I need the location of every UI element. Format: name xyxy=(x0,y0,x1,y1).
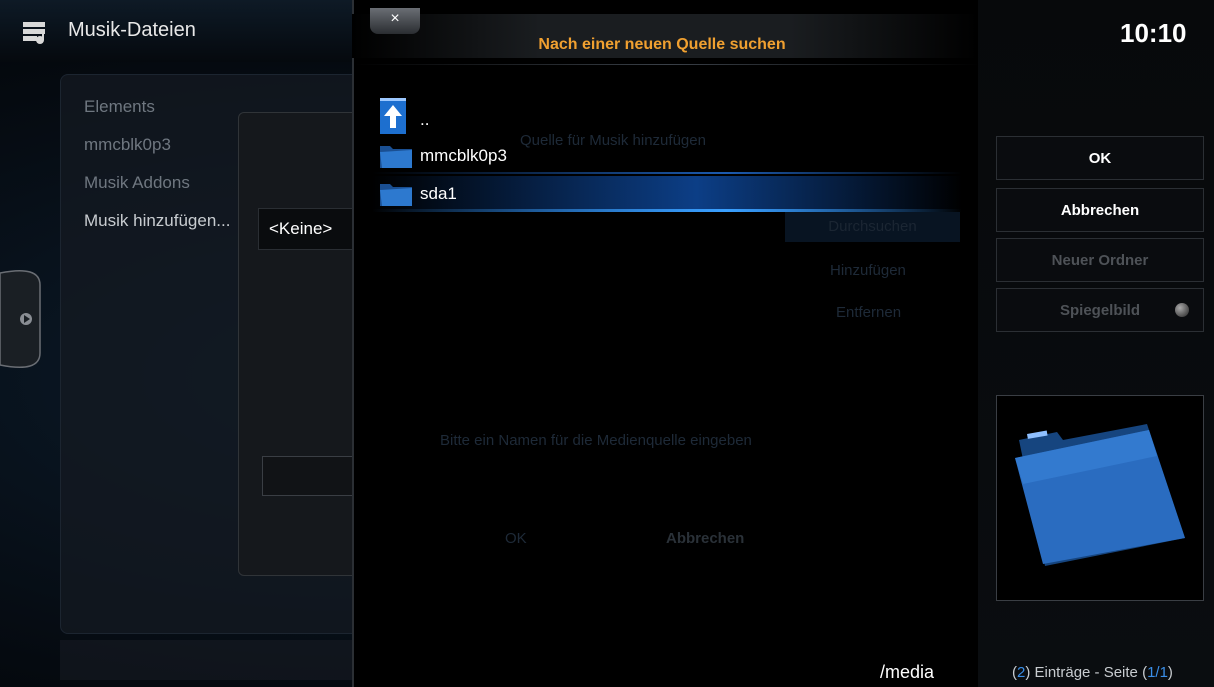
ghost-cancel-button: Abbrechen xyxy=(666,530,745,547)
side-menu-tab[interactable] xyxy=(0,265,42,373)
ghost-browse-button: Durchsuchen xyxy=(785,212,960,242)
folder-thumbnail-icon xyxy=(1015,424,1185,566)
ghost-remove-button: Entfernen xyxy=(836,304,902,321)
page-number: 1/1 xyxy=(1147,664,1168,681)
mirror-image-label: Spiegelbild xyxy=(1059,301,1140,319)
ghost-hint: Bitte ein Namen für die Medienquelle ein… xyxy=(440,432,752,449)
entry-label: .. xyxy=(420,110,430,129)
current-path: /media xyxy=(880,662,935,682)
clock: 10:10 xyxy=(1120,18,1187,48)
folder-thumbnail xyxy=(996,395,1204,601)
source-name-field[interactable] xyxy=(262,456,364,496)
list-item[interactable]: mmcblk0p3 xyxy=(84,135,171,155)
folder-icon xyxy=(380,184,412,206)
list-item[interactable]: Musik Addons xyxy=(84,173,190,193)
mirror-image-toggle[interactable]: Spiegelbild xyxy=(996,288,1204,332)
toggle-indicator-icon xyxy=(1175,303,1189,317)
left-footer-strip xyxy=(60,640,360,680)
list-item-mmcblk0p3[interactable]: mmcblk0p3 xyxy=(372,138,962,174)
list-item[interactable]: Musik hinzufügen... xyxy=(84,211,230,231)
entries-page-info: (2) Einträge - Seite (1/1) xyxy=(1012,664,1173,681)
list-item[interactable]: Elements xyxy=(84,97,155,117)
source-dropdown[interactable]: <Keine> xyxy=(258,208,356,250)
app-title: Musik-Dateien xyxy=(68,19,196,41)
dialog-title: Nach einer neuen Quelle suchen xyxy=(538,36,786,53)
folder-icon xyxy=(380,146,412,168)
ghost-add-button: Hinzufügen xyxy=(830,262,906,279)
folder-up-icon xyxy=(380,98,406,134)
entry-label: mmcblk0p3 xyxy=(420,146,507,165)
list-item-parent[interactable]: .. xyxy=(372,98,962,138)
ghost-ok-button: OK xyxy=(505,530,527,547)
entry-label: sda1 xyxy=(420,184,457,203)
music-files-icon xyxy=(23,22,45,44)
add-source-dialog xyxy=(238,112,370,576)
ok-button[interactable]: OK xyxy=(996,136,1204,180)
list-item-sda1[interactable]: sda1 xyxy=(372,176,962,212)
cancel-button[interactable]: Abbrechen xyxy=(996,188,1204,232)
new-folder-button[interactable]: Neuer Ordner xyxy=(996,238,1204,282)
close-button[interactable]: × xyxy=(370,8,420,34)
